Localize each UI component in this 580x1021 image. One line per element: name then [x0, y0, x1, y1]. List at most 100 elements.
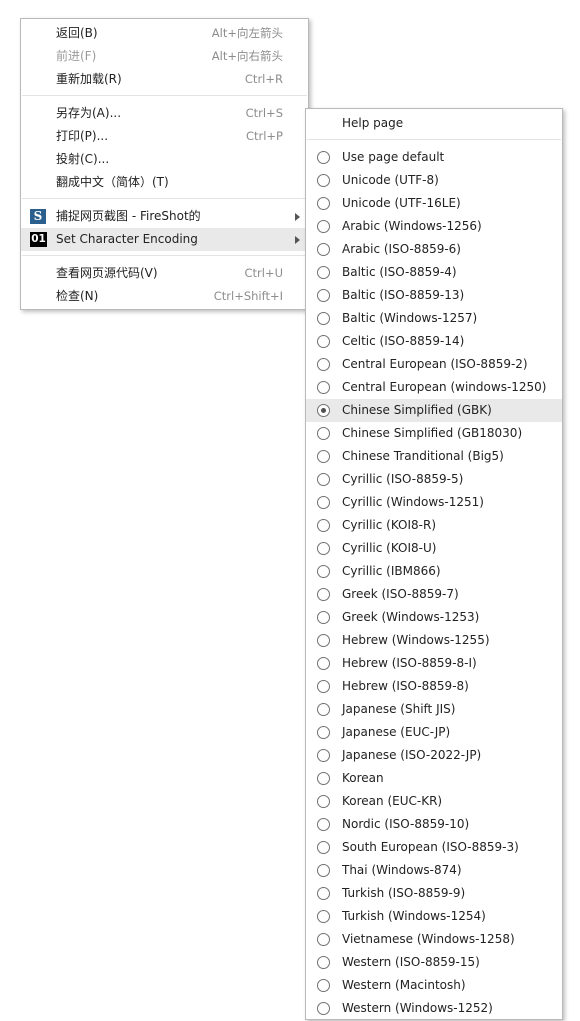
- menu-item-reload[interactable]: 重新加载(R) Ctrl+R: [21, 68, 308, 91]
- menu-item-shortcut: Ctrl+U: [244, 266, 283, 280]
- encoding-option[interactable]: Hebrew (ISO-8859-8): [306, 675, 562, 698]
- encoding-option[interactable]: Japanese (EUC-JP): [306, 721, 562, 744]
- encoding-option[interactable]: Cyrillic (Windows-1251): [306, 491, 562, 514]
- encoding-option[interactable]: Hebrew (ISO-8859-8-I): [306, 652, 562, 675]
- encoding-option[interactable]: Use page default: [306, 146, 562, 169]
- encoding-option-label: Japanese (ISO-2022-JP): [342, 748, 482, 762]
- radio-unchecked-icon: [317, 703, 330, 716]
- encoding-option[interactable]: Unicode (UTF-16LE): [306, 192, 562, 215]
- menu-item-label: 检查(N): [56, 289, 99, 303]
- menu-item-shortcut: Ctrl+Shift+I: [213, 289, 283, 303]
- menu-item-inspect[interactable]: 检查(N) Ctrl+Shift+I: [21, 285, 308, 308]
- encoding-option[interactable]: Thai (Windows-874): [306, 859, 562, 882]
- encoding-option[interactable]: Cyrillic (KOI8-U): [306, 537, 562, 560]
- encoding-option[interactable]: Cyrillic (IBM866): [306, 560, 562, 583]
- menu-item-label: 前进(F): [56, 49, 97, 63]
- radio-unchecked-icon: [317, 634, 330, 647]
- radio-unchecked-icon: [317, 427, 330, 440]
- encoding-option[interactable]: Western (ISO-8859-15): [306, 951, 562, 974]
- menu-item-print[interactable]: 打印(P)... Ctrl+P: [21, 125, 308, 148]
- encoding-option[interactable]: Arabic (ISO-8859-6): [306, 238, 562, 261]
- encoding-option[interactable]: Turkish (ISO-8859-9): [306, 882, 562, 905]
- menu-item-back[interactable]: 返回(B) Alt+向左箭头: [21, 22, 308, 45]
- submenu-arrow-icon: [295, 236, 300, 244]
- menu-item-forward[interactable]: 前进(F) Alt+向右箭头: [21, 45, 308, 68]
- radio-unchecked-icon: [317, 151, 330, 164]
- encoding-option-label: Cyrillic (KOI8-R): [342, 518, 437, 532]
- encoding-option[interactable]: Central European (ISO-8859-2): [306, 353, 562, 376]
- menu-item-label: 查看网页源代码(V): [56, 266, 158, 280]
- encoding-option-label: Central European (ISO-8859-2): [342, 357, 528, 371]
- encoding-icon: 01: [30, 232, 47, 247]
- radio-unchecked-icon: [317, 841, 330, 854]
- encoding-option[interactable]: Chinese Simplified (GBK): [306, 399, 562, 422]
- encoding-option-label: Vietnamese (Windows-1258): [342, 932, 515, 946]
- menu-item-label: 返回(B): [56, 26, 98, 40]
- encoding-option[interactable]: South European (ISO-8859-3): [306, 836, 562, 859]
- menu-item-label: Help page: [342, 116, 404, 130]
- radio-unchecked-icon: [317, 772, 330, 785]
- encoding-option[interactable]: Chinese Trandi­tional (Big5): [306, 445, 562, 468]
- encoding-option-label: Turkish (Windows-1254): [342, 909, 486, 923]
- encoding-option[interactable]: Baltic (ISO-8859-13): [306, 284, 562, 307]
- encoding-option[interactable]: Baltic (ISO-8859-4): [306, 261, 562, 284]
- context-menu: 返回(B) Alt+向左箭头 前进(F) Alt+向右箭头 重新加载(R) Ct…: [20, 18, 309, 310]
- radio-unchecked-icon: [317, 956, 330, 969]
- encoding-option-label: Cyrillic (ISO-8859-5): [342, 472, 464, 486]
- encoding-option[interactable]: Cyrillic (KOI8-R): [306, 514, 562, 537]
- radio-unchecked-icon: [317, 795, 330, 808]
- encoding-option-label: Baltic (ISO-8859-4): [342, 265, 457, 279]
- encoding-option[interactable]: Western (Macintosh): [306, 974, 562, 997]
- menu-item-translate[interactable]: 翻成中文（简体）(T): [21, 171, 308, 194]
- submenu-arrow-icon: [295, 213, 300, 221]
- radio-unchecked-icon: [317, 197, 330, 210]
- encoding-option[interactable]: Japanese (Shift JIS): [306, 698, 562, 721]
- menu-item-shortcut: Ctrl+P: [245, 129, 283, 143]
- radio-unchecked-icon: [317, 450, 330, 463]
- encoding-option-label: Use page default: [342, 150, 445, 164]
- encoding-option-label: Greek (Windows-1253): [342, 610, 480, 624]
- encoding-option[interactable]: Greek (Windows-1253): [306, 606, 562, 629]
- radio-unchecked-icon: [317, 220, 330, 233]
- encoding-option-label: Unicode (UTF-16LE): [342, 196, 461, 210]
- encoding-option-label: Japanese (Shift JIS): [342, 702, 456, 716]
- radio-unchecked-icon: [317, 910, 330, 923]
- encoding-option[interactable]: Japanese (ISO-2022-JP): [306, 744, 562, 767]
- encoding-option[interactable]: Hebrew (Windows-1255): [306, 629, 562, 652]
- radio-unchecked-icon: [317, 289, 330, 302]
- menu-item-help-page[interactable]: Help page: [306, 112, 562, 135]
- menu-item-save-as[interactable]: 另存为(A)... Ctrl+S: [21, 102, 308, 125]
- encoding-option-label: Korean: [342, 771, 384, 785]
- radio-unchecked-icon: [317, 381, 330, 394]
- radio-unchecked-icon: [317, 864, 330, 877]
- encoding-option-label: Thai (Windows-874): [342, 863, 462, 877]
- encoding-option[interactable]: Turkish (Windows-1254): [306, 905, 562, 928]
- radio-unchecked-icon: [317, 979, 330, 992]
- encoding-option[interactable]: Korean (EUC-KR): [306, 790, 562, 813]
- encoding-option-label: Chinese Trandi­tional (Big5): [342, 449, 504, 463]
- encoding-option[interactable]: Chinese Simplified (GB18030): [306, 422, 562, 445]
- menu-item-cast[interactable]: 投射(C)...: [21, 148, 308, 171]
- encoding-option[interactable]: Celtic (ISO-8859-14): [306, 330, 562, 353]
- encoding-option[interactable]: Greek (ISO-8859-7): [306, 583, 562, 606]
- radio-unchecked-icon: [317, 1002, 330, 1015]
- encoding-option[interactable]: Nordic (ISO-8859-10): [306, 813, 562, 836]
- encoding-option[interactable]: Central European (windows-1250): [306, 376, 562, 399]
- encoding-option[interactable]: Korean: [306, 767, 562, 790]
- menu-item-set-character-encoding[interactable]: 01 Set Character Encoding: [21, 228, 308, 251]
- encoding-option[interactable]: Baltic (Windows-1257): [306, 307, 562, 330]
- fireshot-icon: S: [30, 209, 46, 224]
- encoding-option[interactable]: Arabic (Windows-1256): [306, 215, 562, 238]
- encoding-option[interactable]: Vietnamese (Windows-1258): [306, 928, 562, 951]
- menu-item-label: 捕捉网页截图 - FireShot的: [56, 209, 201, 223]
- menu-item-fireshot[interactable]: S 捕捉网页截图 - FireShot的: [21, 205, 308, 228]
- encoding-option-label: Cyrillic (KOI8-U): [342, 541, 437, 555]
- menu-item-shortcut: Alt+向左箭头: [211, 26, 283, 40]
- radio-unchecked-icon: [317, 473, 330, 486]
- encoding-option[interactable]: Western (Windows-1252): [306, 997, 562, 1020]
- encoding-option-label: Hebrew (ISO-8859-8-I): [342, 656, 477, 670]
- encoding-option[interactable]: Unicode (UTF-8): [306, 169, 562, 192]
- menu-item-view-source[interactable]: 查看网页源代码(V) Ctrl+U: [21, 262, 308, 285]
- encoding-option[interactable]: Cyrillic (ISO-8859-5): [306, 468, 562, 491]
- encoding-option-label: Nordic (ISO-8859-10): [342, 817, 470, 831]
